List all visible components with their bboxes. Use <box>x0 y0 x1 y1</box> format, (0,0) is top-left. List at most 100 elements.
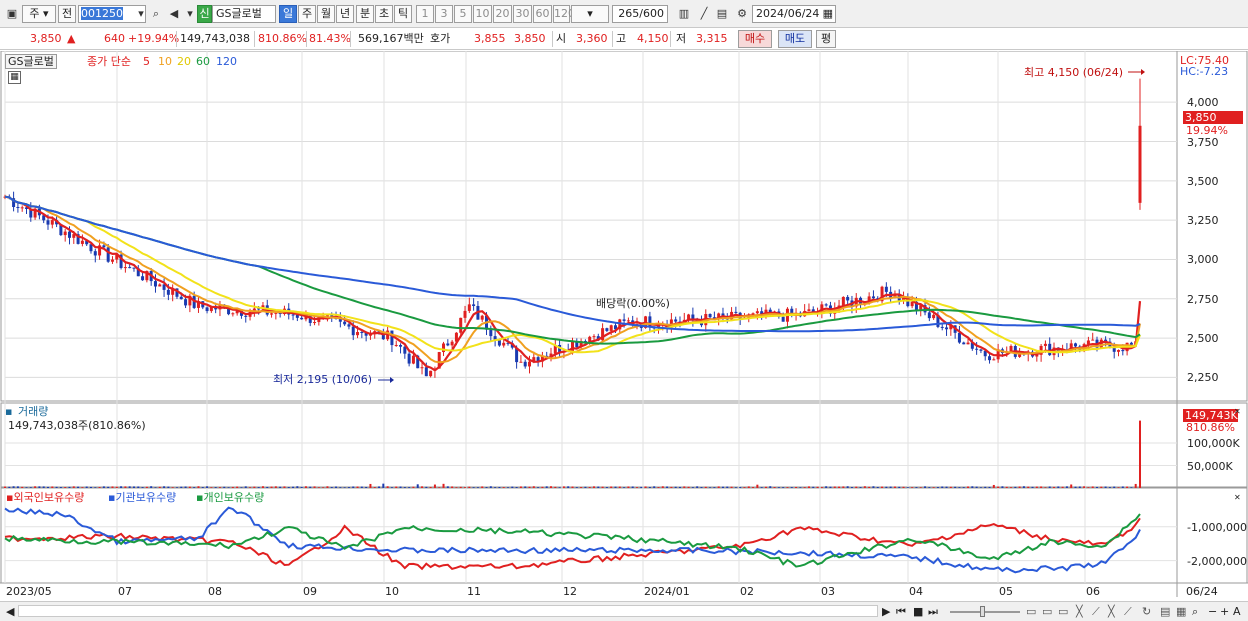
volume-bar <box>55 486 58 488</box>
zoom-slider-thumb[interactable] <box>980 606 985 617</box>
candle <box>158 283 162 287</box>
period-button[interactable]: 년 <box>336 5 354 23</box>
draw-tool-icon[interactable]: ╱ <box>696 6 712 22</box>
volume-bar <box>343 487 346 488</box>
period-button[interactable]: 분 <box>356 5 374 23</box>
minute-custom-select[interactable]: ▾ <box>571 5 609 23</box>
volume-bar <box>1096 486 1099 488</box>
chevron-down-icon[interactable]: ▾ <box>182 6 198 22</box>
volume-bar <box>330 487 333 488</box>
date-field[interactable]: 2024/06/24 ▦ <box>752 5 836 23</box>
volume-bar <box>631 486 634 488</box>
chart-scrollbar[interactable]: ◀ ▶ ⏮ ■ ⏭ ▭ ▭ ▭ ╳ ⟋ ╳ ⟋ ↻ ▤ ▦ ⌕ − + A <box>0 601 1248 621</box>
volume-bar <box>730 486 733 488</box>
grid-icon[interactable]: ▦ <box>1176 605 1186 618</box>
volume-bar <box>38 486 41 488</box>
zoom-slider[interactable] <box>950 611 1020 613</box>
calendar-icon[interactable]: ▦ <box>823 6 833 22</box>
period-button[interactable]: 주 <box>298 5 316 23</box>
zoom-icon[interactable]: ⌕ <box>1192 605 1198 618</box>
table-toggle-icon[interactable]: ▦ <box>8 71 21 84</box>
stop-icon[interactable]: ■ <box>913 605 923 618</box>
sell-button[interactable]: 매도 <box>778 30 812 48</box>
period-button[interactable]: 틱 <box>394 5 412 23</box>
candle <box>20 205 24 212</box>
volume-bar <box>704 486 707 488</box>
period-button[interactable]: 초 <box>375 5 393 23</box>
volume-bar <box>317 487 320 488</box>
volume-bar <box>94 487 97 488</box>
chart-area[interactable]: GS글로벌 종가 단순 5 10 20 60 120 ▦ LC:75.40 HC… <box>0 51 1248 601</box>
scroll-track[interactable] <box>18 605 878 617</box>
cross-icon[interactable]: ╳ <box>1076 605 1083 618</box>
layout-icon[interactable]: ▭ <box>1026 605 1036 618</box>
scroll-end-icon[interactable]: ⏭ <box>928 605 938 618</box>
minute-button[interactable]: 20 <box>493 5 512 23</box>
volume-bar <box>795 486 798 488</box>
scroll-right-icon[interactable]: ▶ <box>882 605 890 618</box>
minute-button[interactable]: 5 <box>454 5 472 23</box>
minute-button[interactable]: 120 <box>553 5 575 23</box>
low-label: 저 <box>676 32 687 45</box>
search-icon[interactable]: ⌕ <box>148 6 164 22</box>
save-icon[interactable]: ▤ <box>714 6 730 22</box>
period-button[interactable]: 일 <box>279 5 297 23</box>
candle <box>252 302 256 317</box>
rotate-icon[interactable]: ↻ <box>1142 605 1151 618</box>
window-menu-icon[interactable]: ▣ <box>4 6 20 22</box>
volume-bar <box>666 486 669 488</box>
volume-bar <box>1010 487 1013 488</box>
holding-legend-item: ▪기관보유수량 <box>108 491 176 504</box>
minute-button[interactable]: 3 <box>435 5 453 23</box>
chart-canvas[interactable] <box>0 51 1248 601</box>
volume-bar <box>421 486 424 488</box>
panel-close-icon[interactable]: ✕ <box>1234 405 1241 418</box>
volume-bar <box>1040 486 1043 488</box>
volume-bar <box>829 486 832 488</box>
data-count-field[interactable]: 265/600 <box>612 5 668 23</box>
scroll-left-icon[interactable]: ◀ <box>6 605 14 618</box>
candle-type-icon[interactable]: ▥ <box>676 6 692 22</box>
candle <box>945 324 949 336</box>
panel-close-icon[interactable]: ✕ <box>1234 491 1241 504</box>
minute-button[interactable]: 10 <box>473 5 492 23</box>
hc-value: HC:-7.23 <box>1180 65 1229 78</box>
price-tick-label: 2,500 <box>1187 332 1219 346</box>
volume-bar <box>545 486 548 488</box>
crosshair-icon[interactable]: ╳ <box>1108 605 1115 618</box>
volume-bar <box>1126 486 1129 488</box>
speaker-icon[interactable]: ◀ <box>166 6 182 22</box>
line-tool-icon[interactable]: ⟋ <box>1092 605 1100 618</box>
stock-name-field[interactable]: GS글로벌 <box>212 5 276 23</box>
volume-bar <box>132 486 135 488</box>
period-button[interactable]: 월 <box>317 5 335 23</box>
period-type-select[interactable]: 주 ▾ <box>22 5 56 23</box>
scroll-start-icon[interactable]: ⏮ <box>896 605 906 618</box>
gear-icon[interactable]: ⚙ <box>734 6 750 22</box>
volume-bar <box>102 486 105 488</box>
average-button[interactable]: 평 <box>816 30 836 48</box>
layout-split-icon[interactable]: ▭ <box>1042 605 1052 618</box>
prev-button[interactable]: 전 <box>58 5 76 23</box>
zoom-in-icon[interactable]: + <box>1220 605 1229 618</box>
volume-bar <box>997 486 1000 488</box>
print-icon[interactable]: ▤ <box>1160 605 1170 618</box>
price-tick-label: 4,000 <box>1187 96 1219 110</box>
trend-icon[interactable]: ⟋ <box>1124 605 1132 618</box>
copy-icon[interactable]: ▭ <box>1058 605 1068 618</box>
volume-bar <box>885 486 888 488</box>
volume-bar <box>167 486 170 488</box>
buy-button[interactable]: 매수 <box>738 30 772 48</box>
font-size-icon[interactable]: A <box>1233 605 1241 618</box>
candle <box>110 256 114 264</box>
zoom-out-icon[interactable]: − <box>1208 605 1217 618</box>
minute-button[interactable]: 60 <box>533 5 552 23</box>
volume-bar <box>128 486 131 488</box>
minute-button[interactable]: 30 <box>513 5 532 23</box>
volume-bar <box>605 487 608 488</box>
minute-button[interactable]: 1 <box>416 5 434 23</box>
volume-bar <box>309 486 312 488</box>
price-change: 640 <box>104 32 125 45</box>
candle <box>493 329 497 347</box>
dropdown-icon[interactable]: ▾ <box>133 6 149 22</box>
